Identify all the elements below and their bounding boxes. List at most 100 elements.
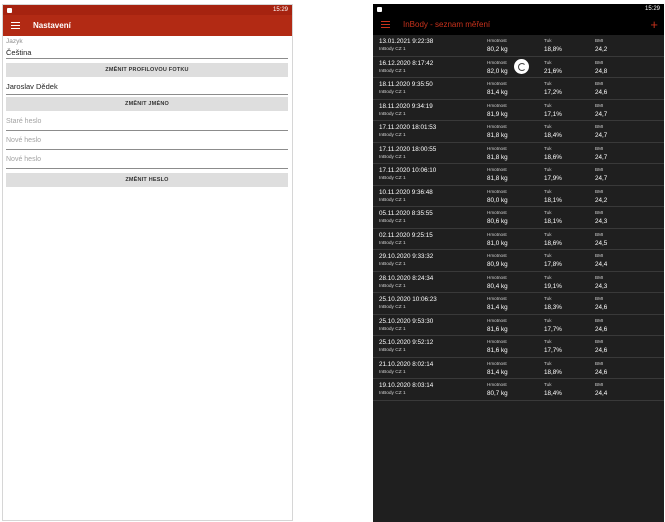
list-item[interactable]: 18.11.2020 9:34:19 InBody CZ 1 Hmotnost 81,… — [373, 100, 664, 121]
change-photo-button[interactable]: ZMĚNIT PROFILOVOU FOTKU — [6, 63, 288, 77]
measurement-date: 17.11.2020 10:06:10 — [379, 167, 437, 174]
fat-label: Tuk — [544, 382, 552, 387]
weight-value: 81,0 kg — [487, 239, 508, 247]
bmi-value: 24,5 — [595, 239, 608, 247]
measurement-date: 17.11.2020 18:00:55 — [379, 145, 437, 153]
list-item[interactable]: 21.10.2020 8:02:14 InBody CZ 1 Hmotnost 81,… — [373, 358, 664, 379]
device-name: InBody CZ 1 — [379, 111, 406, 117]
list-item[interactable]: 29.10.2020 9:33:32 InBody CZ 1 Hmotnost 80,… — [373, 250, 664, 272]
bmi-label: BMI — [595, 296, 604, 301]
notification-icon — [7, 7, 12, 13]
list-item[interactable]: 17.11.2020 18:00:55 InBody CZ 1 Hmotnost 81… — [373, 143, 664, 164]
fat-value: 17,7% — [544, 325, 562, 333]
weight-value: 81,6 kg — [487, 347, 508, 354]
fat-label: Tuk — [544, 296, 552, 301]
list-item[interactable]: 13.01.2021 9:22:38 InBody CZ 1 Hmotnost 80,… — [373, 35, 664, 57]
fat-value: 18,1% — [544, 196, 562, 204]
fat-value: 17,1% — [544, 110, 562, 118]
list-item[interactable]: 25.10.2020 9:52:12 InBody CZ 1 Hmotnost 81,… — [373, 336, 664, 358]
bmi-label: BMI — [595, 188, 604, 194]
weight-label: Hmotnost — [487, 253, 507, 258]
fat-label: Tuk — [544, 210, 552, 215]
bmi-value: 24,6 — [595, 325, 608, 333]
device-name: InBody CZ 1 — [379, 133, 406, 138]
bmi-value: 24,2 — [595, 46, 608, 53]
fat-value: 18,3% — [544, 304, 562, 311]
device-name: InBody CZ 1 — [379, 305, 406, 310]
weight-label: Hmotnost — [487, 81, 507, 86]
language-select[interactable]: Čeština — [6, 46, 288, 59]
name-field[interactable]: Jaroslav Dědek — [6, 79, 288, 95]
fat-value: 18,1% — [544, 218, 562, 225]
list-item[interactable]: 10.11.2020 9:36:48 InBody CZ 1 Hmotnost 80,… — [373, 186, 664, 207]
list-item[interactable]: 19.10.2020 8:03:14 InBody CZ 1 Hmotnost 80,… — [373, 379, 664, 401]
fat-value: 17,8% — [544, 261, 562, 268]
screenshot-stage: 15:29 Nastavení Jazyk Čeština ZMĚNIT PRO… — [0, 0, 665, 522]
weight-label: Hmotnost — [487, 296, 507, 301]
list-item[interactable]: 05.11.2020 8:35:55 InBody CZ 1 Hmotnost 80,… — [373, 207, 664, 229]
bmi-value: 24,4 — [595, 390, 608, 397]
weight-label: Hmotnost — [487, 210, 507, 215]
inbody-list-screen: 15:29 InBody - seznam měření + 13.01.202… — [373, 4, 664, 522]
bmi-label: BMI — [595, 145, 604, 151]
device-name: InBody CZ 1 — [379, 348, 406, 353]
list-item[interactable]: 25.10.2020 10:06:23 InBody CZ 1 Hmotnost 81… — [373, 293, 664, 315]
weight-value: 81,4 kg — [487, 368, 508, 376]
change-password-button[interactable]: ZMĚNIT HESLO — [6, 173, 288, 187]
settings-app-bar: Nastavení — [3, 15, 292, 36]
device-name: InBody CZ 1 — [379, 68, 406, 74]
bmi-label: BMI — [595, 167, 604, 172]
status-time: 15:29 — [272, 7, 288, 13]
list-item[interactable]: 02.11.2020 9:25:15 InBody CZ 1 Hmotnost 81,… — [373, 229, 664, 250]
measurement-date: 05.11.2020 8:35:55 — [379, 210, 433, 217]
weight-label: Hmotnost — [487, 231, 507, 237]
weight-label: Hmotnost — [487, 339, 507, 344]
bmi-value: 24,7 — [595, 132, 608, 139]
bmi-label: BMI — [595, 231, 604, 237]
bmi-label: BMI — [595, 210, 604, 215]
fat-label: Tuk — [544, 231, 552, 237]
bmi-value: 24,6 — [595, 304, 608, 311]
weight-value: 81,8 kg — [487, 132, 508, 139]
measurement-date: 18.11.2020 9:34:19 — [379, 102, 433, 110]
list-item[interactable]: 18.11.2020 9:35:50 InBody CZ 1 Hmotnost 81,… — [373, 78, 664, 100]
list-item[interactable]: 17.11.2020 10:06:10 InBody CZ 1 Hmotnost 81… — [373, 164, 664, 186]
device-name: InBody CZ 1 — [379, 47, 406, 52]
fat-label: Tuk — [544, 102, 552, 108]
fat-label: Tuk — [544, 317, 552, 323]
bmi-value: 24,7 — [595, 153, 608, 161]
bmi-label: BMI — [595, 124, 604, 129]
measurement-date: 19.10.2020 8:03:14 — [379, 382, 434, 389]
bmi-value: 24,6 — [595, 347, 608, 354]
status-time: 15:29 — [644, 6, 660, 12]
weight-value: 81,6 kg — [487, 325, 508, 333]
hamburger-menu-icon[interactable] — [381, 21, 390, 28]
fat-value: 17,7% — [544, 347, 562, 354]
list-item[interactable]: 17.11.2020 18:01:53 InBody CZ 1 Hmotnost 81… — [373, 121, 664, 143]
measurement-date: 29.10.2020 9:33:32 — [379, 253, 434, 260]
list-item[interactable]: 25.10.2020 9:53:30 InBody CZ 1 Hmotnost 81,… — [373, 315, 664, 336]
device-name: InBody CZ 1 — [379, 176, 406, 181]
change-name-button[interactable]: ZMĚNIT JMÉNO — [6, 97, 288, 111]
new-password-field[interactable]: Nové heslo — [6, 132, 288, 150]
inbody-app-bar: InBody - seznam měření + — [373, 14, 664, 35]
bmi-label: BMI — [595, 339, 604, 344]
weight-value: 81,9 kg — [487, 110, 508, 118]
add-icon[interactable]: + — [650, 18, 658, 31]
page-title: Nastavení — [33, 21, 71, 30]
settings-screen: 15:29 Nastavení Jazyk Čeština ZMĚNIT PRO… — [2, 4, 293, 521]
bmi-value: 24,2 — [595, 196, 608, 204]
list-item[interactable]: 28.10.2020 8:24:34 InBody CZ 1 Hmotnost 80,… — [373, 272, 664, 293]
device-name: InBody CZ 1 — [379, 90, 406, 95]
weight-value: 80,4 kg — [487, 282, 508, 290]
page-title: InBody - seznam měření — [403, 20, 491, 29]
weight-label: Hmotnost — [487, 167, 507, 172]
bmi-label: BMI — [595, 317, 604, 323]
device-name: InBody CZ 1 — [379, 283, 406, 289]
new-password-confirm-field[interactable]: Nové heslo — [6, 151, 288, 169]
old-password-field[interactable]: Staré heslo — [6, 113, 288, 131]
device-name: InBody CZ 1 — [379, 240, 406, 246]
measurement-date: 02.11.2020 9:25:15 — [379, 231, 433, 239]
hamburger-menu-icon[interactable] — [11, 22, 20, 29]
weight-value: 81,4 kg — [487, 89, 508, 96]
